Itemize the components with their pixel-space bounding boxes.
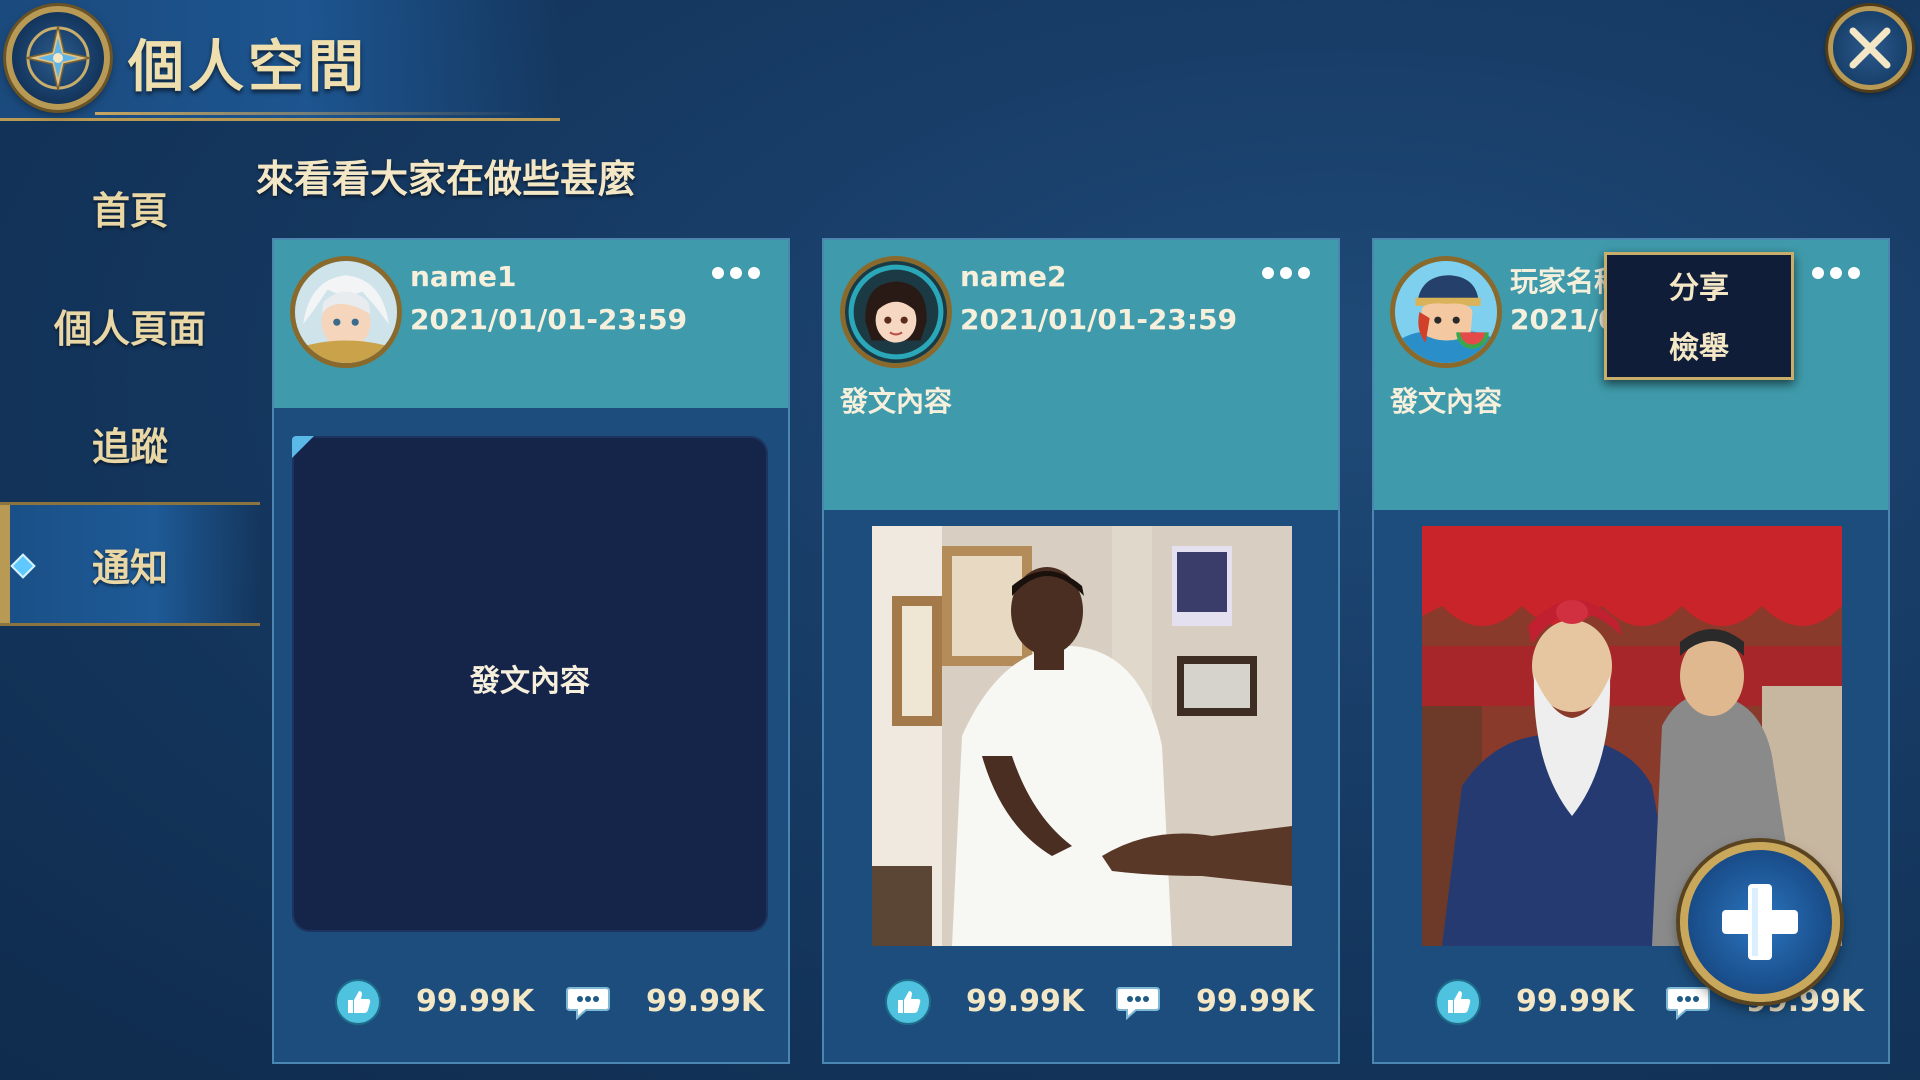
active-indicator-icon — [10, 553, 36, 579]
post-card-header: name1 2021/01/01-23:59 — [274, 240, 788, 408]
plus-icon — [1722, 884, 1798, 960]
comment-icon[interactable] — [1664, 978, 1712, 1026]
thumbs-up-icon[interactable] — [884, 978, 932, 1026]
sidebar-item-notifications[interactable]: 通知 — [0, 502, 260, 626]
post-content-text: 發文內容 — [840, 385, 953, 418]
thumbs-up-icon[interactable] — [334, 978, 382, 1026]
post-timestamp: 2021/01/01-23:59 — [410, 303, 688, 336]
add-post-button[interactable] — [1680, 842, 1840, 1002]
post-stats: 99.99K 99.99K — [824, 978, 1338, 1032]
sidebar-item-label: 追蹤 — [91, 424, 168, 469]
thumbs-up-icon[interactable] — [1434, 978, 1482, 1026]
comment-count: 99.99K — [1196, 984, 1315, 1019]
avatar[interactable] — [840, 256, 952, 368]
like-count: 99.99K — [1516, 984, 1635, 1019]
post-card-header: name2 2021/01/01-23:59 發文內容 — [824, 240, 1338, 510]
compass-emblem-icon — [6, 6, 110, 110]
post-content-text: 發文內容 — [470, 664, 590, 699]
post-stats: 99.99K 99.99K — [274, 978, 788, 1032]
close-button[interactable] — [1828, 6, 1912, 90]
post-card: name2 2021/01/01-23:59 發文內容 99.99K 99.99… — [822, 238, 1340, 1064]
sidebar-item-home[interactable]: 首頁 — [0, 148, 260, 266]
sidebar-item-profile[interactable]: 個人頁面 — [0, 266, 260, 384]
avatar[interactable] — [290, 256, 402, 368]
share-menu-item[interactable]: 分享 — [1607, 255, 1791, 315]
comment-count: 99.99K — [646, 984, 765, 1019]
corner-marker — [292, 436, 314, 458]
post-stats: 99.99K 99.99K — [1374, 978, 1888, 1032]
close-icon — [1849, 27, 1891, 69]
feed-title: 來看看大家在做些甚麼 — [256, 157, 637, 201]
text-post-body: 發文內容 — [292, 436, 768, 932]
header-divider — [95, 112, 535, 115]
more-icon[interactable] — [1812, 264, 1868, 284]
sidebar-item-label: 首頁 — [91, 188, 168, 233]
post-timestamp: 2021/01/01-23:59 — [960, 303, 1238, 336]
more-icon[interactable] — [1262, 264, 1318, 284]
post-card: name1 2021/01/01-23:59 發文內容 99.99K 99.99… — [272, 238, 790, 1064]
sidebar-nav: 首頁 個人頁面 追蹤 通知 — [0, 148, 260, 626]
avatar[interactable] — [1390, 256, 1502, 368]
post-photo[interactable] — [872, 526, 1292, 946]
post-username: name1 — [410, 260, 517, 293]
sidebar-item-follow[interactable]: 追蹤 — [0, 384, 260, 502]
like-count: 99.99K — [966, 984, 1085, 1019]
sidebar-item-label: 個人頁面 — [53, 306, 206, 351]
post-content-text: 發文內容 — [1390, 385, 1503, 418]
post-options-menu: 分享 檢舉 — [1604, 252, 1794, 380]
more-icon[interactable] — [712, 264, 768, 284]
sidebar-item-label: 通知 — [91, 545, 168, 590]
post-username: name2 — [960, 260, 1067, 293]
page-title: 個人空間 — [128, 35, 368, 100]
comment-icon[interactable] — [564, 978, 612, 1026]
report-menu-item[interactable]: 檢舉 — [1607, 315, 1791, 375]
comment-icon[interactable] — [1114, 978, 1162, 1026]
like-count: 99.99K — [416, 984, 535, 1019]
